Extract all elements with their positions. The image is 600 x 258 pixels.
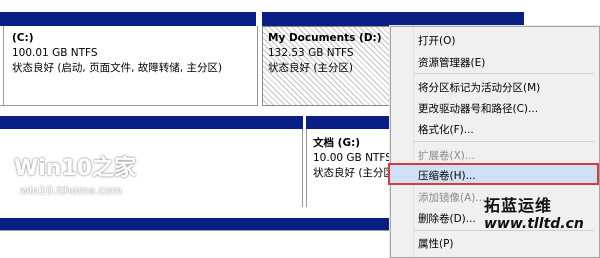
menu-item-change-drive-letter[interactable]: 更改驱动器号和路径(C)... (418, 101, 538, 116)
partition-d-status: 状态良好 (主分区) (268, 62, 354, 74)
menu-item-open[interactable]: 打开(O) (418, 33, 455, 48)
menu-item-add-mirror: 添加镜像(A)... (418, 192, 486, 204)
partition-c-size: 100.01 GB NTFS (12, 47, 98, 59)
partition-d-size: 132.53 GB NTFS (268, 47, 354, 59)
partition-g-title: 文档 (G:) (313, 137, 361, 149)
menu-item-explorer[interactable]: 资源管理器(E) (418, 55, 485, 70)
menu-item-format[interactable]: 格式化(F)... (418, 122, 474, 137)
brand-name: 拓蓝运维 (484, 196, 553, 215)
partition-c-panel[interactable]: (C:) 100.01 GB NTFS 状态良好 (启动, 页面文件, 故障转储… (0, 26, 258, 106)
menu-icon-column (413, 27, 414, 257)
disk-2-bar (0, 218, 390, 230)
menu-item-mark-active[interactable]: 将分区标记为活动分区(M) (418, 80, 540, 95)
menu-item-extend-volume: 扩展卷(X)... (418, 150, 475, 162)
partition-g-status: 状态良好 (主分区) (313, 167, 399, 179)
brand-url: www.tlltd.cn (484, 216, 584, 232)
partition-g-size: 10.00 GB NTFS (313, 152, 392, 164)
disk-2-panel[interactable] (0, 230, 390, 258)
partition-d-bar (262, 12, 524, 26)
menu-separator (414, 141, 594, 142)
menu-item-shrink-volume[interactable]: 压缩卷(H)... (418, 168, 476, 183)
watermark-url: win10.ithome.com (20, 184, 123, 197)
partition-c-status: 状态良好 (启动, 页面文件, 故障转储, 主分区) (12, 62, 223, 74)
disk-1-bar-left (0, 116, 303, 129)
partition-g-bar (306, 116, 390, 129)
menu-item-delete-volume[interactable]: 删除卷(D)... (418, 211, 476, 226)
menu-separator (414, 73, 594, 74)
partition-c-bar (0, 12, 256, 26)
partition-c-title: (C:) (12, 32, 34, 44)
partition-divider (3, 26, 4, 106)
menu-item-properties[interactable]: 属性(P) (418, 236, 454, 251)
partition-d-title: My Documents (D:) (268, 32, 382, 44)
watermark-title: Win10之家 (14, 156, 137, 181)
